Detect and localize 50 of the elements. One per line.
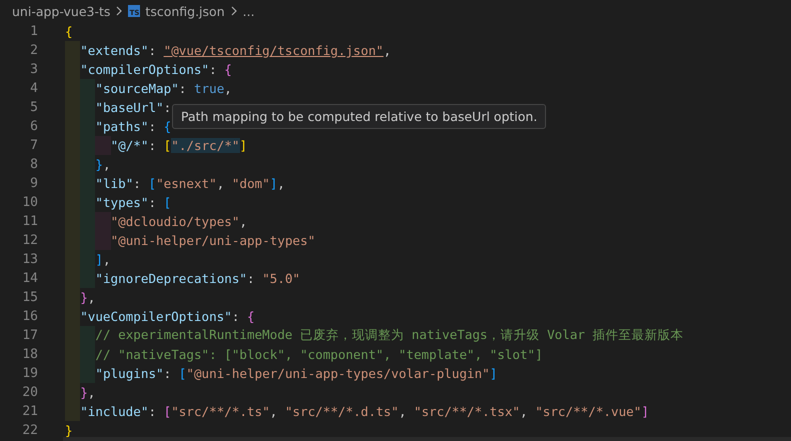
line-number: 11 [21,214,38,229]
code-line: }, [80,289,96,307]
code-line: "extends": "@vue/tsconfig/tsconfig.json", [80,42,392,60]
line-number: 4 [29,81,38,96]
line-number: 7 [29,138,38,153]
line-number: 19 [21,366,38,381]
code-line: ], [95,251,111,269]
breadcrumb-folder[interactable]: uni-app-vue3-ts [12,4,110,18]
line-number: 20 [21,385,38,400]
code-line: "@dcloudio/types", [110,213,248,231]
line-number: 15 [21,290,38,305]
breadcrumb-more[interactable]: ... [242,4,255,18]
chevron-icon [115,6,124,16]
code-line: "ignoreDeprecations": "5.0" [95,270,300,288]
code-line: } [65,422,73,440]
code-line: "compilerOptions": { [80,61,232,79]
code-line: // experimentalRuntimeMode 已废弃，现调整为 nativeTags，请升级 Volar 插件至最新版本 [95,326,684,344]
line-number: 17 [21,328,38,343]
line-number: 8 [29,157,38,172]
line-number: 22 [21,423,38,438]
code-line: { [65,23,73,41]
line-number: 5 [29,100,38,115]
code-line: "paths": { [95,118,172,136]
hover-tooltip: Path mapping to be computed relative to baseUrl option. [172,104,546,129]
line-number: 14 [21,271,38,286]
line-number: 10 [21,195,38,210]
line-number: 18 [21,347,38,362]
code-line: "@uni-helper/uni-app-types" [110,232,316,250]
code-line: "@/*": ["./src/*"] [110,137,248,155]
line-number: 16 [21,309,38,324]
line-number: 1 [29,24,38,39]
code-line: "sourceMap": true, [95,80,232,98]
code-line: "baseUrl": [95,99,172,117]
code-line: "types": [ [95,194,172,212]
line-number: 3 [29,62,38,77]
line-number: 13 [21,252,38,267]
line-number: 6 [29,119,38,134]
line-number: 12 [21,233,38,248]
breadcrumb-file[interactable]: tsconfig.json [145,4,225,18]
line-number: 2 [29,43,38,58]
chevron-icon [230,6,238,16]
code-line: "vueCompilerOptions": { [80,308,255,326]
code-line: }, [80,384,96,402]
code-line: "lib": ["esnext", "dom"], [95,175,286,193]
code-line: }, [95,156,111,174]
code-line: "include": ["src/**/*.ts", "src/**/*.d.ts", "src/**/*.tsx", "src/**/*.vue"] [80,403,649,421]
code-line: "plugins": ["@uni-helper/uni-app-types/volar-plugin"] [95,365,498,383]
code-line: // "nativeTags": ["block", "component", "template", "slot"] [95,346,543,364]
line-number: 9 [29,176,38,191]
line-number: 21 [21,404,38,419]
